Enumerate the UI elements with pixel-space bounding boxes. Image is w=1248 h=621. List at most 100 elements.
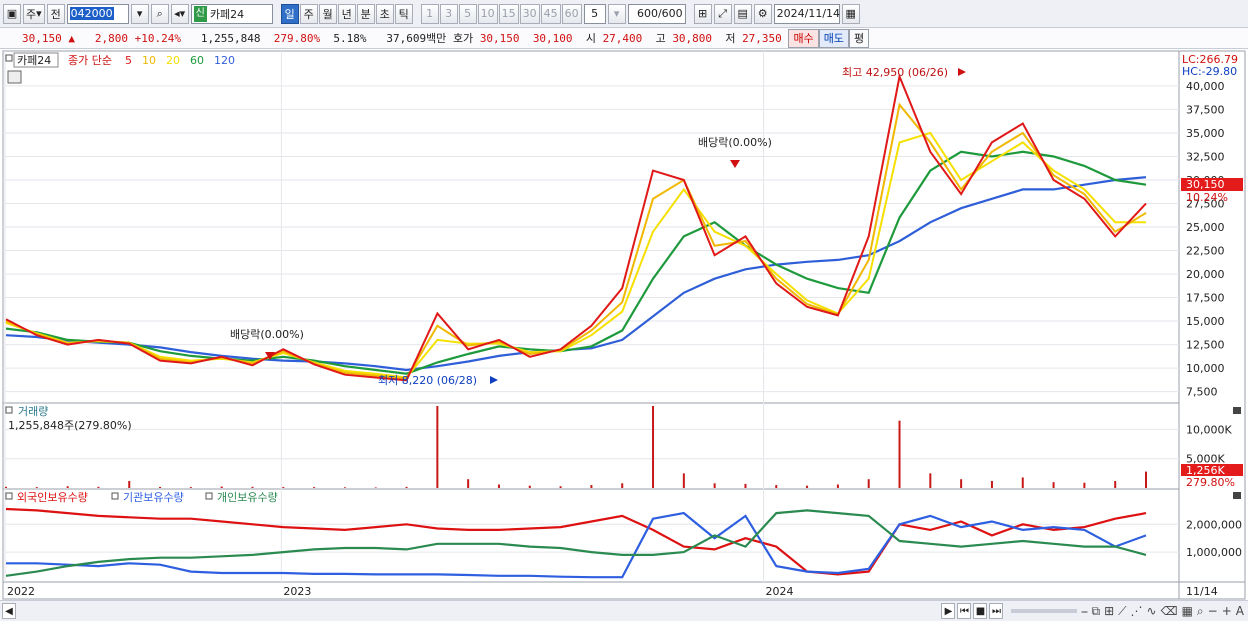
last-page-icon[interactable]: ⏭ xyxy=(989,603,1004,619)
period-selector-label: 주 xyxy=(26,7,37,21)
font-size-icon[interactable]: A xyxy=(1236,604,1244,618)
volume-bar xyxy=(1114,480,1117,488)
fib-tool-icon[interactable]: ⋰ xyxy=(1131,604,1143,618)
volume-close-icon[interactable] xyxy=(1233,407,1241,414)
stock-name-field[interactable]: 신 카페24 xyxy=(190,3,273,24)
minute-tab-30[interactable]: 30 xyxy=(519,3,540,24)
volume-bar xyxy=(436,406,439,488)
zoom-slider[interactable] xyxy=(1011,609,1078,613)
save-icon[interactable]: ▤ xyxy=(733,3,752,24)
prev-button[interactable]: 전 xyxy=(46,3,65,24)
eval-button[interactable]: 평 xyxy=(848,28,870,48)
price-change-pct: +10.24% xyxy=(134,31,181,45)
period-tab-3[interactable]: 년 xyxy=(337,3,356,24)
price-stock-tag: 카페24 xyxy=(17,54,51,67)
volume-bar xyxy=(867,479,870,488)
volume-ratio: 279.80% xyxy=(273,31,321,45)
open-price: 27,400 xyxy=(602,31,643,45)
high-label: 고 xyxy=(655,32,666,45)
volume-bar xyxy=(313,487,316,488)
minute-tab-3[interactable]: 3 xyxy=(439,3,458,24)
volume-bar xyxy=(652,406,655,488)
period-tab-5[interactable]: 초 xyxy=(375,3,394,24)
volume-bar xyxy=(1145,471,1147,488)
wave-tool-icon[interactable]: ∿ xyxy=(1147,604,1157,618)
period-tab-0[interactable]: 일 xyxy=(280,3,299,24)
price-tick-label: 10,000 xyxy=(1186,362,1225,375)
bid-price: 30,100 xyxy=(532,31,573,45)
scroll-right-icon[interactable]: ▶ xyxy=(941,603,956,619)
x-axis-panel xyxy=(2,581,1180,600)
date-input[interactable]: 2024/11/14 xyxy=(773,3,840,24)
speaker-icon[interactable]: ◂▾ xyxy=(170,3,189,24)
minute-tab-5[interactable]: 5 xyxy=(458,3,477,24)
grid-toggle-icon[interactable] xyxy=(7,70,22,84)
price-tick-label: 17,500 xyxy=(1186,292,1225,305)
interval-input[interactable]: 5 xyxy=(583,3,606,24)
period-selector[interactable]: 주 ▾ xyxy=(23,3,45,24)
count-total: /600 xyxy=(657,7,683,20)
chart-svg[interactable]: 40,00037,50035,00032,50030,00027,50025,0… xyxy=(0,50,1248,600)
volume-bar xyxy=(128,480,131,488)
stop-icon[interactable]: ■ xyxy=(973,603,988,619)
volume-bar xyxy=(528,485,531,488)
volume-bar xyxy=(467,479,470,488)
period-tab-1[interactable]: 주 xyxy=(299,3,318,24)
chart-type-icon[interactable]: ⊞ xyxy=(1104,604,1114,618)
interval-dropdown-icon[interactable]: ▾ xyxy=(607,3,626,24)
trend-tool-icon[interactable]: ⟋ xyxy=(1118,604,1126,619)
turnover-rate: 5.18% xyxy=(333,31,367,45)
buy-button[interactable]: 매수 xyxy=(788,28,819,48)
volume-bar xyxy=(836,484,839,488)
zoom-out-icon[interactable]: − xyxy=(1208,604,1218,618)
zoom-icon[interactable]: ⌕ xyxy=(1197,604,1204,619)
volume-bar xyxy=(5,486,7,488)
line-tool-icon[interactable]: ⎯ xyxy=(1081,604,1087,619)
stock-code-input[interactable]: 042000 xyxy=(66,3,129,24)
dividend-annotation-2024: 배당락(0.00%) xyxy=(698,136,772,149)
price-tick-label: 40,000 xyxy=(1186,80,1225,93)
code-dropdown-icon[interactable]: ▾ xyxy=(130,3,149,24)
draw-tool-icon[interactable]: ⤢ xyxy=(713,3,732,24)
x-tick-label: 2023 xyxy=(283,585,311,598)
period-tab-6[interactable]: 틱 xyxy=(394,3,413,24)
scroll-left-icon[interactable]: ◀ xyxy=(2,603,16,619)
minute-tab-1[interactable]: 1 xyxy=(420,3,439,24)
low-label: 저 xyxy=(725,32,736,45)
minute-tabs: 1 3 5 10 15 30 45 60 xyxy=(420,3,582,24)
minute-tab-15[interactable]: 15 xyxy=(498,3,519,24)
eraser-icon[interactable]: ⌫ xyxy=(1161,604,1178,618)
period-tabs: 일주월년분초틱 xyxy=(280,3,413,24)
sell-button[interactable]: 매도 xyxy=(818,28,849,48)
zoom-in-icon[interactable]: + xyxy=(1222,604,1232,618)
indicator-icon[interactable]: ⊞ xyxy=(693,3,712,24)
minute-tab-10[interactable]: 10 xyxy=(477,3,498,24)
ask-price: 30,150 xyxy=(479,31,520,45)
table-icon[interactable]: ▦ xyxy=(1182,604,1193,618)
volume-bar xyxy=(66,486,69,488)
volume-bar xyxy=(744,483,747,488)
open-label: 시 xyxy=(585,32,596,45)
price-tick-label: 25,000 xyxy=(1186,221,1225,234)
bottom-bar: ◀ ▶ ⏮ ■ ⏭ ⎯ ⧉ ⊞ ⟋ ⋰ ∿ ⌫ ▦ ⌕ − + A xyxy=(0,600,1248,621)
holdings-legend: 외국인보유수량 기관보유수량 개인보유수량 xyxy=(5,491,278,504)
search-icon[interactable]: ⌕ xyxy=(150,3,169,24)
ma-legend-title: 종가 단순 xyxy=(68,54,112,67)
holdings-close-icon[interactable] xyxy=(1233,492,1241,499)
window-icon[interactable]: ▣ xyxy=(3,3,21,24)
minute-tab-45[interactable]: 45 xyxy=(540,3,561,24)
volume-title: 거래량 xyxy=(18,405,48,418)
period-tab-4[interactable]: 분 xyxy=(356,3,375,24)
holdings-legend-label: 기관보유수량 xyxy=(123,491,184,504)
first-page-icon[interactable]: ⏮ xyxy=(957,603,972,619)
calendar-icon[interactable]: ▦ xyxy=(841,3,860,24)
copy-icon[interactable]: ⧉ xyxy=(1092,604,1101,619)
volume-value-label: 1,255,848주(279.80%) xyxy=(8,419,132,432)
toolbar: ▣ 주 ▾ 전 042000 ▾ ⌕ ◂▾ 신 카페24 일주월년분초틱 1351… xyxy=(0,0,1248,28)
minute-tab-60[interactable]: 60 xyxy=(561,3,582,24)
price-tick-label: 22,500 xyxy=(1186,245,1225,258)
settings-icon[interactable]: ⚙ xyxy=(753,3,772,24)
volume-bar xyxy=(621,483,624,488)
count-input[interactable]: 600/600 xyxy=(627,3,686,24)
period-tab-2[interactable]: 월 xyxy=(318,3,337,24)
